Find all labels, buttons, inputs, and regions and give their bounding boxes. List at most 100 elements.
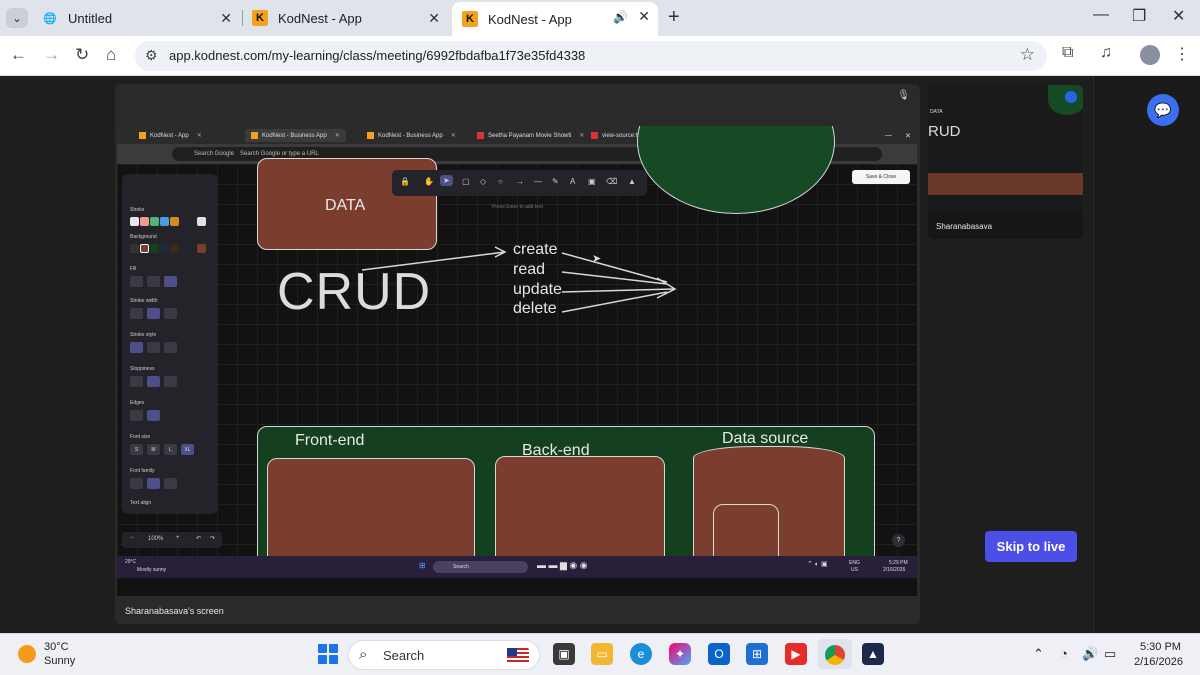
battery-icon[interactable]: ▭	[1104, 646, 1116, 662]
rectangle-icon: ▢	[462, 177, 470, 186]
screen: ⌄ 🌐 Untitled ✕ K KodNest - App ✕ K KodNe…	[0, 0, 1200, 675]
extensions-icon[interactable]: ⧉	[1062, 44, 1073, 62]
shape-toolbar: 🔒 ✋ ➤ ▢ ◇ ○ → — ✎ A ▣ ⌫ ▲	[392, 170, 647, 196]
inner-search-text: Search Google or type a URL	[240, 151, 319, 157]
menu-kebab-icon[interactable]: ⋮	[1174, 44, 1190, 64]
kodnest-icon	[251, 132, 258, 139]
eraser-icon: ⌫	[606, 177, 618, 186]
windows-taskbar: 30°C Sunny ⌕ Search ▣ ▭ e ✦ O ⊞ ▶ ▲ ⌃ ◔ …	[0, 633, 1200, 675]
inner-tab-title: KodNest - Business App	[262, 132, 327, 139]
bookmyshow-icon	[477, 132, 484, 139]
fill-hachure	[130, 276, 143, 287]
inner-weather-temp: 29°C	[125, 559, 137, 565]
chrome-icon[interactable]	[818, 639, 852, 669]
font-code	[164, 478, 177, 489]
fill-solid	[164, 276, 177, 287]
taskbar-search[interactable]: ⌕ Search	[348, 640, 540, 670]
background-label: Background	[130, 234, 157, 240]
stroke-swatch	[197, 217, 206, 226]
frontend-box	[267, 458, 475, 568]
sloppy-artist	[147, 376, 160, 387]
inner-minimize-icon: —	[885, 132, 892, 139]
task-view-icon[interactable]: ▣	[553, 643, 575, 665]
inner-search-label: Search	[453, 564, 469, 570]
arrow-crud-create	[361, 251, 506, 271]
style-solid	[130, 342, 143, 353]
help-icon: ?	[892, 534, 905, 547]
copilot-icon[interactable]: ✦	[669, 643, 691, 665]
edges-sharp	[130, 410, 143, 421]
inner-app-icons: ▬ ▬ ▆ ◉ ◉	[537, 560, 588, 570]
profile-avatar[interactable]	[1140, 45, 1160, 65]
clock-date[interactable]: 2/16/2026	[1134, 656, 1183, 668]
reload-icon[interactable]: ↻	[75, 45, 89, 65]
back-icon[interactable]: ←	[10, 45, 27, 65]
properties-panel: Stroke Background Fill Stroke width Stro…	[122, 174, 218, 514]
backend-box	[495, 456, 665, 568]
media-controls-icon[interactable]: ♫	[1100, 44, 1112, 62]
chat-button[interactable]: 💬	[1147, 94, 1179, 126]
taskbar-search-label: Search	[383, 648, 425, 663]
start-icon[interactable]	[318, 644, 338, 664]
fill-label: Fill	[130, 266, 137, 272]
file-explorer-icon[interactable]: ▭	[591, 643, 613, 665]
stroke-bold	[147, 308, 160, 319]
text-icon: A	[570, 177, 576, 186]
restore-icon[interactable]: ❐	[1132, 6, 1146, 26]
tab-untitled[interactable]: 🌐 Untitled ✕	[32, 4, 240, 32]
outlook-icon[interactable]: O	[708, 643, 730, 665]
font-size-m: M	[147, 444, 160, 455]
address-bar[interactable]: ⚙ app.kodnest.com/my-learning/class/meet…	[135, 41, 1047, 71]
store-icon[interactable]: ⊞	[746, 643, 768, 665]
app-arrow-icon[interactable]: ▲	[862, 643, 884, 665]
skip-to-live-button[interactable]: Skip to live	[985, 531, 1077, 562]
close-icon[interactable]: ✕	[428, 10, 440, 27]
wifi-icon[interactable]: ◔	[1060, 646, 1068, 661]
arrow-update	[561, 288, 676, 293]
stroke-swatch	[140, 217, 149, 226]
minimize-icon[interactable]: —	[1093, 6, 1109, 24]
bg-swatch	[130, 244, 139, 253]
bookmark-star-icon[interactable]: ☆	[1020, 45, 1035, 65]
arrow-delete	[561, 291, 668, 313]
thumb-data-label: DATA	[930, 109, 943, 115]
bg-swatch	[150, 244, 159, 253]
shapes-more-icon: ▲	[628, 177, 636, 186]
clock-time[interactable]: 5:30 PM	[1140, 641, 1181, 653]
tab-title: Untitled	[68, 10, 113, 26]
new-tab-button[interactable]: +	[668, 6, 680, 29]
ellipse-icon: ○	[498, 177, 503, 186]
site-info-icon[interactable]: ⚙	[145, 47, 158, 64]
window-close-icon[interactable]: ✕	[1172, 6, 1185, 26]
close-icon[interactable]: ✕	[220, 10, 232, 27]
inner-tray-icons: ⌃ ◐ ▣	[807, 561, 828, 568]
close-icon: ✕	[196, 133, 202, 139]
volume-icon[interactable]: 🔊	[1082, 646, 1098, 662]
save-close-button: Save & Close	[852, 170, 910, 184]
home-icon[interactable]: ⌂	[106, 45, 116, 65]
sun-icon[interactable]	[18, 645, 36, 663]
weather-condition[interactable]: Sunny	[44, 655, 75, 667]
font-size-label: Font size	[130, 434, 151, 440]
forward-icon[interactable]: →	[43, 45, 60, 65]
edge-icon[interactable]: e	[630, 643, 652, 665]
inner-tab: KodNest - Business App ✕	[367, 129, 456, 142]
kodnest-icon: K	[252, 10, 268, 26]
inner-start-icon: ⊞	[419, 561, 426, 570]
url-text[interactable]: app.kodnest.com/my-learning/class/meetin…	[169, 48, 585, 63]
close-icon[interactable]: ✕	[638, 8, 650, 25]
speaker-icon[interactable]: 🔊	[613, 10, 628, 24]
tab-search-button[interactable]: ⌄	[6, 8, 28, 28]
tray-overflow-icon[interactable]: ⌃	[1033, 646, 1044, 662]
tab-kodnest[interactable]: K KodNest - App ✕	[242, 4, 448, 32]
fill-cross	[147, 276, 160, 287]
close-icon: ✕	[334, 133, 340, 139]
youtube-icon[interactable]: ▶	[785, 643, 807, 665]
meeting-page: 🎙 KodNest - App ✕ KodNest - Business App ✕…	[0, 76, 1200, 633]
search-icon: ⌕	[359, 646, 368, 663]
participant-tile[interactable]: DATA RUD Sharanabasava	[928, 85, 1083, 239]
globe-icon: 🌐	[43, 12, 57, 25]
weather-temp[interactable]: 30°C	[44, 641, 69, 653]
text-align-label: Text align	[130, 500, 152, 506]
tab-kodnest-active[interactable]: K KodNest - App 🔊 ✕	[452, 2, 658, 36]
